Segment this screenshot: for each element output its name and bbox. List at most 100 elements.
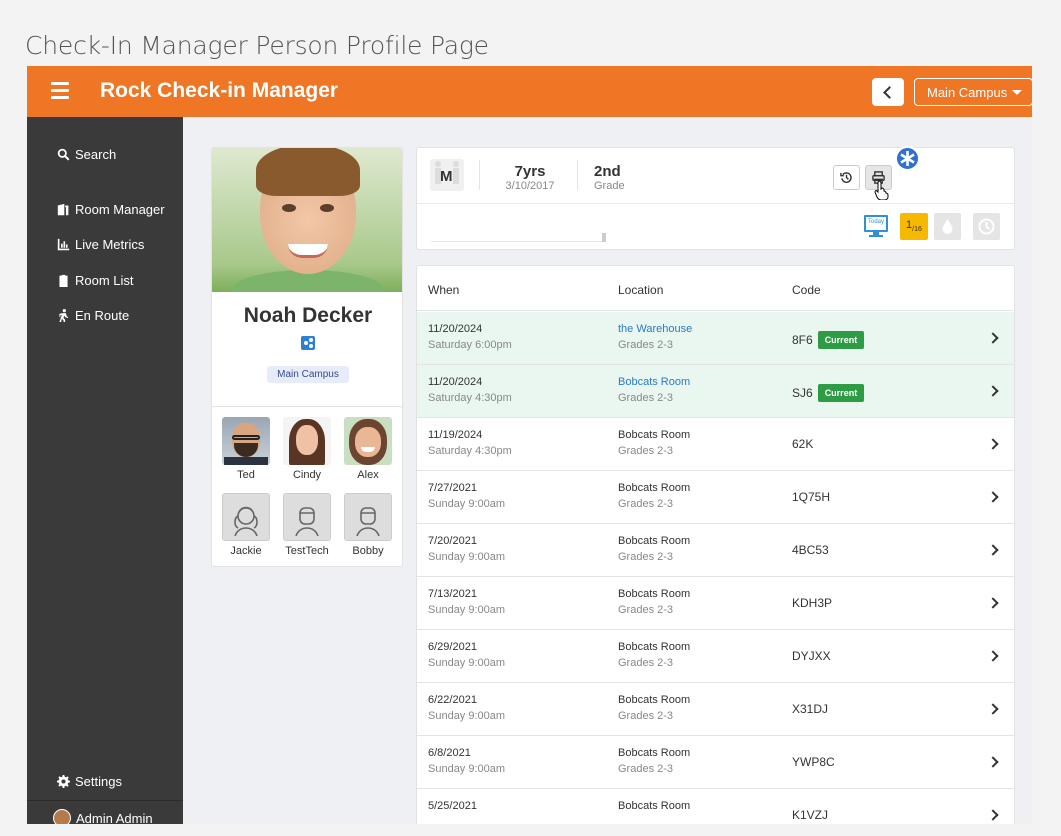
clipboard-icon bbox=[59, 274, 68, 287]
location-name: Bobcats Room bbox=[618, 588, 691, 600]
family-member[interactable]: Bobby bbox=[343, 493, 393, 557]
group-name: Grades 2-3 bbox=[618, 498, 674, 510]
location-link[interactable]: the Warehouse bbox=[618, 323, 692, 335]
location-name: Bobcats Room bbox=[618, 482, 691, 494]
checkin-date: 11/20/2024 bbox=[428, 323, 483, 335]
location-name: Bobcats Room bbox=[618, 747, 691, 759]
chevron-right-icon[interactable] bbox=[987, 385, 999, 397]
table-row[interactable]: 7/20/2021 Sunday 9:00am Bobcats Room Grades… bbox=[417, 524, 1014, 577]
cell-location: Bobcats Room Grades 2-3 bbox=[618, 376, 690, 404]
table-row[interactable]: 11/20/2024 Saturday 4:30pm Bobcats Room Gra… bbox=[417, 365, 1014, 418]
door-icon bbox=[57, 203, 69, 216]
sidebar-item-label: Settings bbox=[75, 774, 122, 789]
chevron-right-icon[interactable] bbox=[987, 809, 999, 821]
checkin-schedule: Sunday 9:00am bbox=[428, 604, 506, 616]
column-header-when: When bbox=[428, 283, 460, 297]
table-header: When Location Code bbox=[417, 266, 1014, 311]
cell-code: 8F6 Current bbox=[792, 331, 865, 349]
cell-when: 5/25/2021 bbox=[428, 800, 477, 816]
group-name: Grades 2-3 bbox=[618, 551, 674, 563]
column-header-location: Location bbox=[618, 283, 664, 297]
checkin-schedule: Sunday 9:00am bbox=[428, 763, 506, 775]
user-menu[interactable]: Admin Admin bbox=[53, 809, 153, 824]
chevron-right-icon[interactable] bbox=[987, 544, 999, 556]
divider bbox=[417, 203, 1016, 204]
cell-location: Bobcats Room Grades 2-3 bbox=[618, 482, 690, 510]
chevron-right-icon[interactable] bbox=[987, 491, 999, 503]
table-row[interactable]: 11/19/2024 Saturday 4:30pm Bobcats Room Gra… bbox=[417, 418, 1014, 471]
group-name: Grades 2-3 bbox=[618, 604, 674, 616]
family-member-photo bbox=[344, 417, 392, 465]
location-name: Bobcats Room bbox=[618, 641, 691, 653]
table-row[interactable]: 5/25/2021 Bobcats Room K1VZJ bbox=[417, 789, 1014, 824]
placeholder-girl-icon bbox=[222, 493, 270, 541]
checkin-date: 11/19/2024 bbox=[428, 429, 483, 441]
sidebar-item-search[interactable]: Search bbox=[57, 147, 116, 162]
checkin-date: 7/27/2021 bbox=[428, 482, 477, 494]
family-member-name: TestTech bbox=[285, 545, 329, 557]
location-name: Bobcats Room bbox=[618, 694, 691, 706]
sidebar-item-room-manager[interactable]: Room Manager bbox=[57, 202, 165, 217]
family-member-name: Jackie bbox=[230, 545, 262, 557]
checkin-schedule: Sunday 9:00am bbox=[428, 657, 506, 669]
cell-when: 6/22/2021 Sunday 9:00am bbox=[428, 694, 505, 722]
cell-when: 11/20/2024 Saturday 4:30pm bbox=[428, 376, 512, 404]
table-row[interactable]: 7/13/2021 Sunday 9:00am Bobcats Room Grades… bbox=[417, 577, 1014, 630]
family-member-photo bbox=[283, 417, 331, 465]
cell-code: X31DJ bbox=[792, 702, 828, 716]
chevron-right-icon[interactable] bbox=[987, 332, 999, 344]
hamburger-menu-icon[interactable] bbox=[51, 82, 69, 100]
cell-when: 7/20/2021 Sunday 9:00am bbox=[428, 535, 505, 563]
table-row[interactable]: 6/8/2021 Sunday 9:00am Bobcats Room Grades … bbox=[417, 736, 1014, 789]
chevron-right-icon[interactable] bbox=[987, 438, 999, 450]
cell-code: KDH3P bbox=[792, 596, 832, 610]
chevron-right-icon[interactable] bbox=[987, 756, 999, 768]
cell-location: Bobcats Room Grades 2-3 bbox=[618, 588, 690, 616]
person-summary-card: M 7yrs 3/10/2017 2nd Grade Today 1/16 bbox=[416, 146, 1016, 250]
sidebar-item-live-metrics[interactable]: Live Metrics bbox=[57, 237, 144, 252]
share-icon[interactable] bbox=[301, 336, 315, 350]
table-row[interactable]: 7/27/2021 Sunday 9:00am Bobcats Room Grades… bbox=[417, 471, 1014, 524]
reprint-history-button[interactable] bbox=[833, 165, 860, 190]
sidebar-item-room-list[interactable]: Room List bbox=[57, 273, 134, 288]
allergy-drop-icon bbox=[934, 213, 961, 240]
sidebar-item-en-route[interactable]: En Route bbox=[57, 308, 129, 323]
chevron-right-icon[interactable] bbox=[987, 703, 999, 715]
profile-card: Noah Decker Main Campus bbox=[211, 147, 403, 423]
family-member[interactable]: Alex bbox=[343, 417, 393, 481]
attendance-count-badge: 1/16 bbox=[900, 213, 928, 240]
cell-location: Bobcats Room Grades 2-3 bbox=[618, 641, 690, 669]
person-photo bbox=[212, 148, 402, 292]
family-member[interactable]: Ted bbox=[221, 417, 271, 481]
campus-dropdown[interactable]: Main Campus bbox=[914, 78, 1032, 106]
group-name: Grades 2-3 bbox=[618, 710, 674, 722]
family-member[interactable]: TestTech bbox=[282, 493, 332, 557]
current-badge: Current bbox=[817, 331, 865, 349]
security-code: X31DJ bbox=[792, 702, 829, 716]
table-row[interactable]: 6/22/2021 Sunday 9:00am Bobcats Room Grades… bbox=[417, 683, 1014, 736]
campus-dropdown-label: Main Campus bbox=[927, 85, 1008, 100]
family-member[interactable]: Cindy bbox=[282, 417, 332, 481]
attendance-sparkline-bar bbox=[602, 233, 606, 242]
chevron-right-icon[interactable] bbox=[987, 597, 999, 609]
age-block: 7yrs 3/10/2017 bbox=[500, 163, 560, 192]
family-member-name: Cindy bbox=[292, 469, 322, 481]
family-card: Ted Cindy Alex Jackie TestTech Bobby bbox=[211, 406, 403, 567]
location-name: Bobcats Room bbox=[618, 535, 691, 547]
table-row[interactable]: 6/29/2021 Sunday 9:00am Bobcats Room Grades… bbox=[417, 630, 1014, 683]
checkin-date: 6/8/2021 bbox=[428, 747, 471, 759]
table-row[interactable]: 11/20/2024 Saturday 6:00pm the Warehouse Gr… bbox=[417, 312, 1014, 365]
cell-when: 7/27/2021 Sunday 9:00am bbox=[428, 482, 505, 510]
app-title: Rock Check-in Manager bbox=[100, 79, 339, 102]
sidebar-item-label: Live Metrics bbox=[75, 237, 145, 252]
top-bar: Rock Check-in Manager Main Campus bbox=[27, 66, 1032, 117]
location-link[interactable]: Bobcats Room bbox=[618, 376, 690, 388]
sidebar-item-settings[interactable]: Settings bbox=[57, 774, 122, 789]
back-button[interactable] bbox=[872, 78, 904, 106]
person-name: Noah Decker bbox=[243, 304, 373, 327]
family-member[interactable]: Jackie bbox=[221, 493, 271, 557]
chevron-right-icon[interactable] bbox=[987, 650, 999, 662]
group-name: Grades 2-3 bbox=[618, 392, 674, 404]
gender-label: M bbox=[440, 168, 453, 185]
app-window: Rock Check-in Manager Main Campus Search… bbox=[27, 66, 1032, 824]
